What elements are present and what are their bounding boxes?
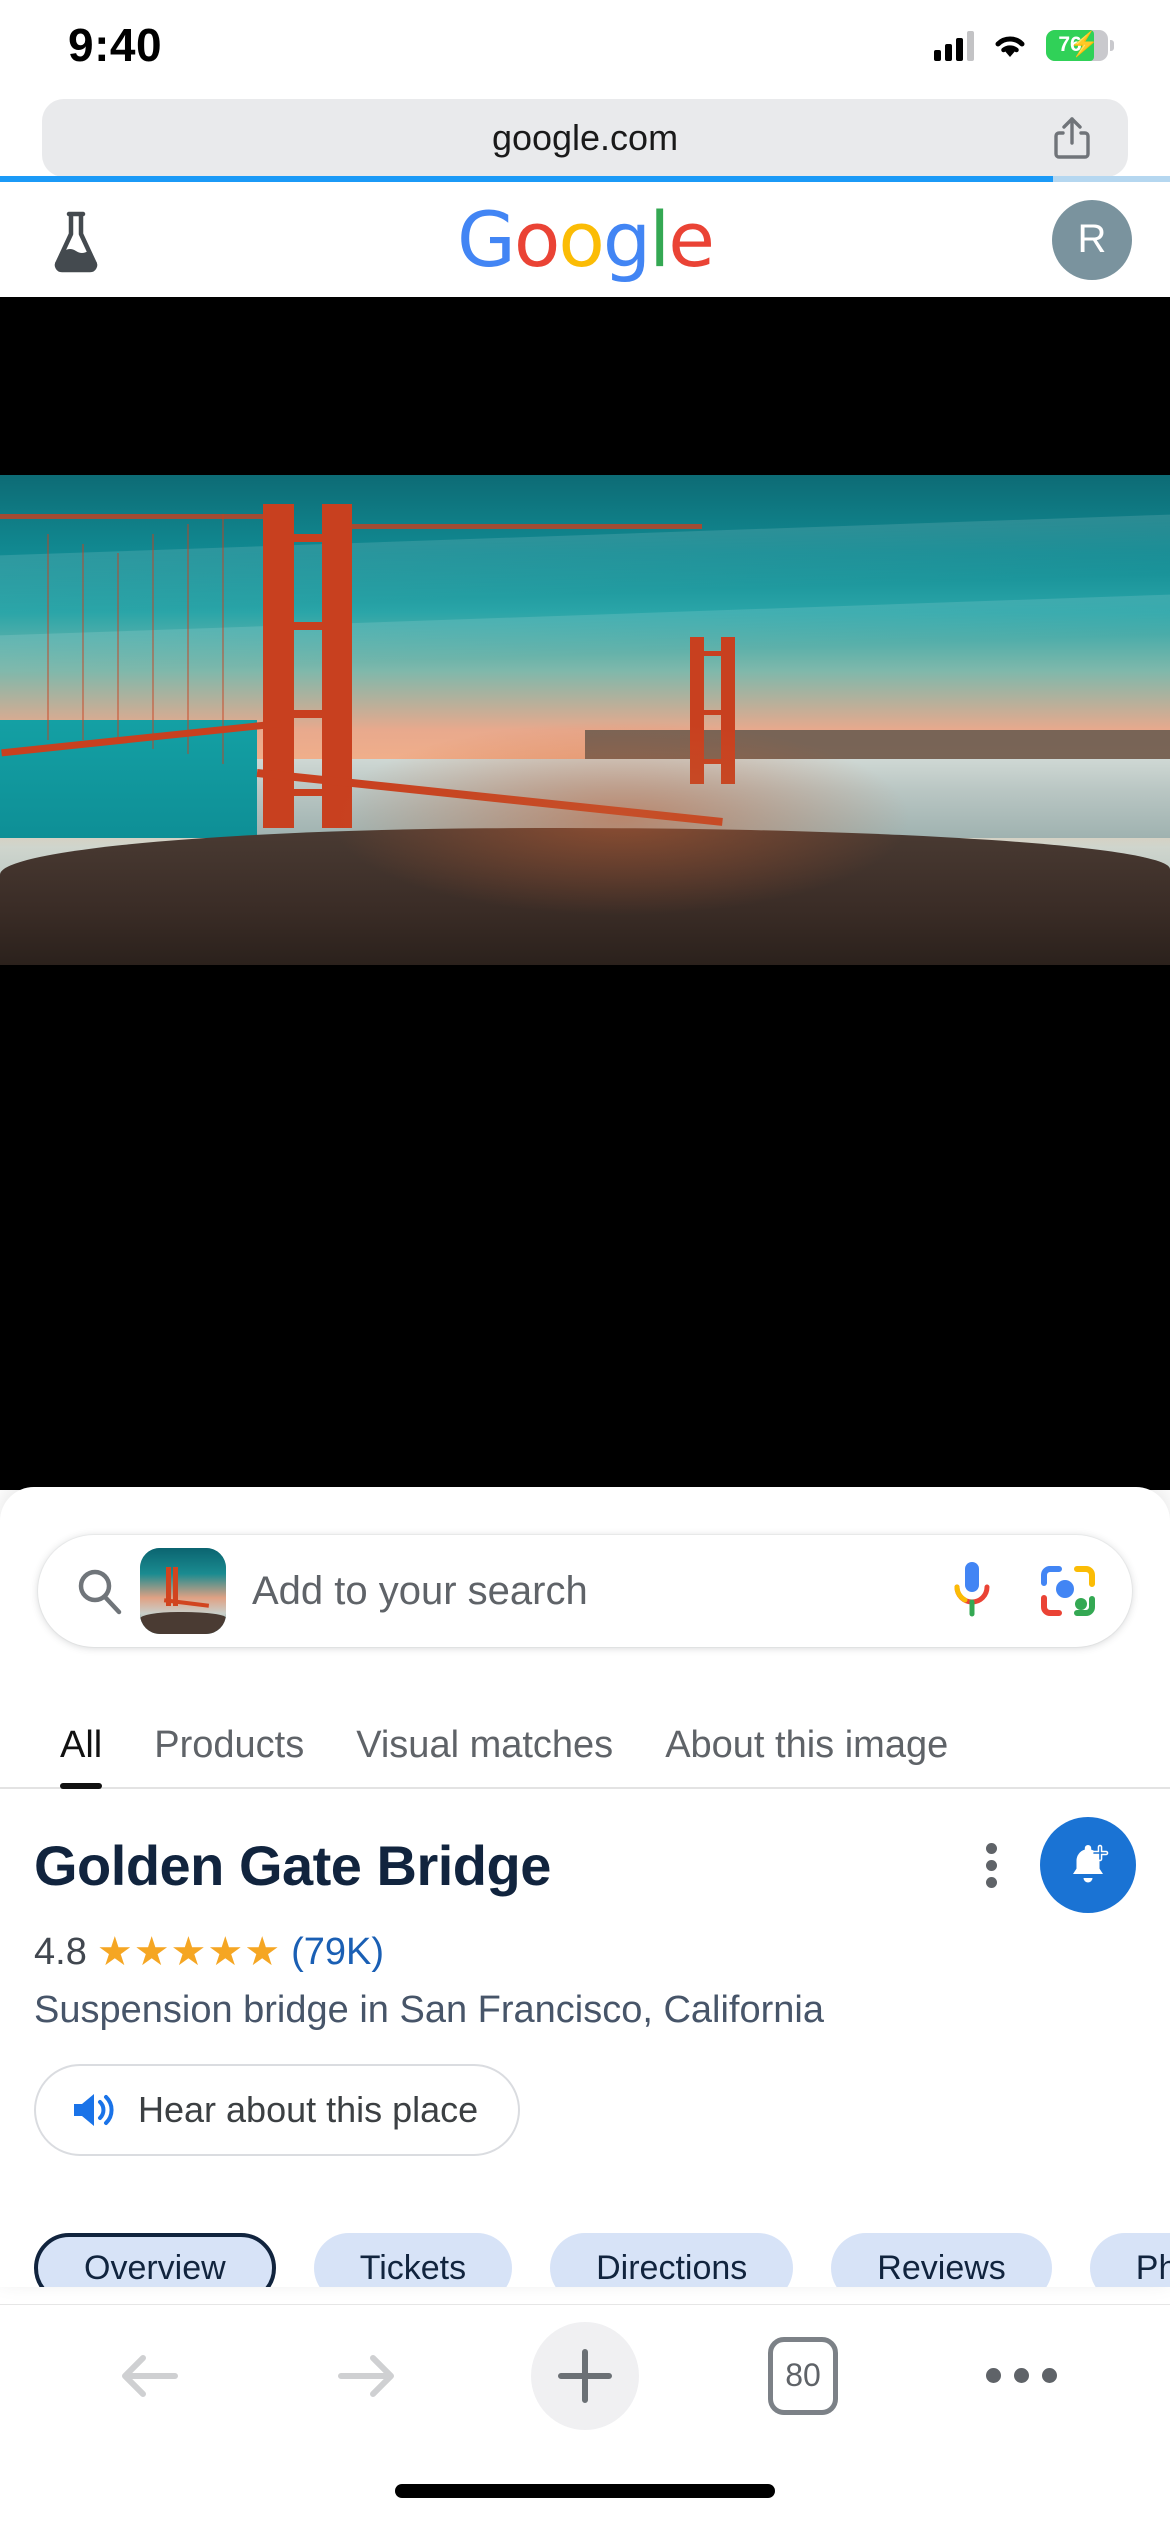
add-notification-icon[interactable]	[1040, 1817, 1136, 1913]
rating-value: 4.8	[34, 1930, 87, 1973]
page-title: Golden Gate Bridge	[34, 1833, 551, 1897]
home-indicator	[395, 2484, 775, 2498]
search-placeholder[interactable]: Add to your search	[252, 1569, 946, 1614]
status-bar: 9:40 76 ⚡	[0, 0, 1170, 90]
back-arrow-icon[interactable]	[94, 2321, 204, 2431]
chip-photos[interactable]: Photos	[1089, 2233, 1170, 2287]
tab-count-button[interactable]: 80	[748, 2321, 858, 2431]
image-viewer[interactable]	[0, 297, 1170, 1490]
chip-row: Overview Tickets Directions Reviews Phot…	[34, 2233, 1170, 2287]
kebab-menu-icon[interactable]	[986, 1837, 998, 1893]
wifi-icon	[990, 30, 1030, 60]
rating-count[interactable]: (79K)	[291, 1931, 384, 1974]
google-lens-icon[interactable]	[1038, 1561, 1098, 1621]
google-logo[interactable]: Google	[456, 195, 715, 284]
chip-directions[interactable]: Directions	[550, 2233, 794, 2287]
logo-letter: o	[513, 195, 560, 284]
browser-toolbar: 80	[0, 2304, 1170, 2446]
search-icon	[72, 1564, 126, 1618]
hear-about-this-place-button[interactable]: Hear about this place	[34, 2064, 521, 2156]
speaker-icon	[70, 2088, 116, 2132]
rating-row: 4.8 ★★★★★ (79K)	[0, 1913, 1170, 1975]
chip-overview[interactable]: Overview	[34, 2233, 276, 2287]
url-bar[interactable]: google.com	[42, 98, 1128, 177]
status-icons: 76 ⚡	[934, 29, 1114, 61]
logo-letter: e	[668, 195, 715, 284]
logo-letter: G	[456, 195, 516, 284]
share-icon[interactable]	[1052, 115, 1092, 161]
battery-icon: 76 ⚡	[1046, 29, 1114, 61]
avatar-initial: R	[1077, 217, 1107, 261]
more-dots-icon[interactable]	[966, 2321, 1076, 2431]
forward-arrow-icon[interactable]	[312, 2321, 422, 2431]
tab-all[interactable]: All	[34, 1724, 128, 1789]
tab-products[interactable]: Products	[128, 1724, 330, 1787]
image-thumbnail-icon[interactable]	[140, 1548, 226, 1634]
star-rating-icon: ★★★★★	[96, 1930, 282, 1974]
status-time: 9:40	[68, 19, 163, 71]
microphone-icon[interactable]	[946, 1558, 998, 1624]
tab-count-label: 80	[768, 2336, 838, 2415]
result-tabs: All Products Visual matches About this i…	[0, 1683, 1170, 1789]
plus-icon[interactable]	[530, 2321, 640, 2431]
subtitle: Suspension bridge in San Francisco, Cali…	[34, 1989, 824, 2031]
chip-tickets[interactable]: Tickets	[313, 2233, 513, 2287]
chip-reviews[interactable]: Reviews	[831, 2233, 1052, 2287]
title-row: Golden Gate Bridge	[0, 1817, 1170, 1913]
logo-letter: l	[649, 195, 670, 284]
cellular-bars-icon	[934, 29, 974, 61]
charging-bolt-icon: ⚡	[1069, 31, 1099, 58]
avatar[interactable]: R	[1052, 199, 1132, 280]
logo-letter: g	[602, 195, 651, 284]
tab-about-this-image[interactable]: About this image	[639, 1724, 974, 1787]
tab-visual-matches[interactable]: Visual matches	[330, 1724, 639, 1787]
lab-flask-icon[interactable]	[40, 204, 112, 276]
results-sheet: Add to your search All Products Visual m	[0, 1487, 1170, 2287]
url-text[interactable]: google.com	[492, 117, 678, 159]
hear-about-this-place-label: Hear about this place	[138, 2089, 479, 2130]
knowledge-panel: Golden Gate Bridge 4.8 ★★★★★ (79K) Suspe…	[0, 1817, 1170, 2156]
logo-letter: o	[558, 195, 604, 284]
google-header: Google R	[0, 182, 1170, 297]
golden-gate-bridge-photo[interactable]	[0, 475, 1170, 965]
search-input[interactable]: Add to your search	[38, 1535, 1132, 1647]
browser-url-bar-container: google.com	[0, 95, 1170, 180]
